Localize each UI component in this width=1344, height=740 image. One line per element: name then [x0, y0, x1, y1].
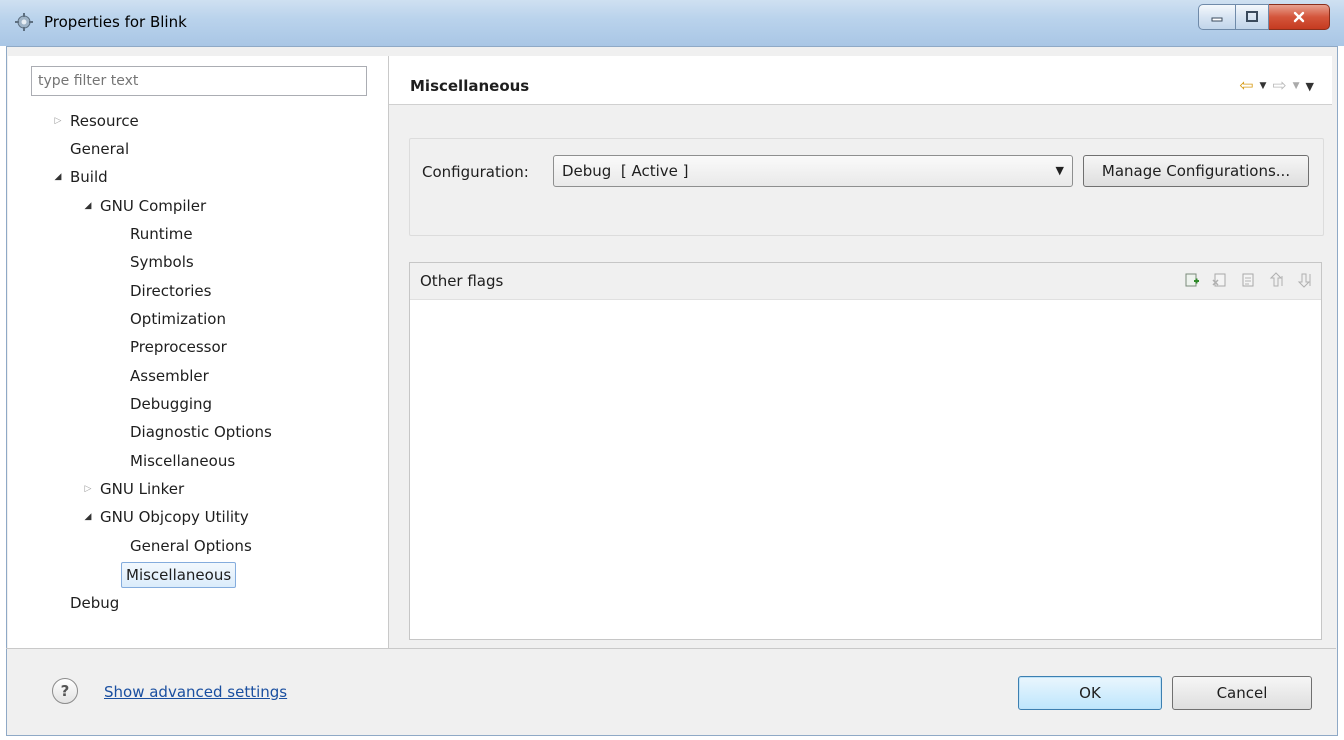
header-divider	[389, 104, 1332, 105]
tree-item-label: Diagnostic Options	[130, 423, 272, 441]
tree-item-preprocessor[interactable]: Preprocessor	[130, 334, 227, 360]
tree-item-general-options[interactable]: General Options	[130, 533, 252, 559]
forward-arrow-icon[interactable]: ⇨	[1272, 76, 1286, 96]
configuration-label: Configuration:	[422, 163, 529, 181]
cancel-button[interactable]: Cancel	[1172, 676, 1312, 710]
window-title: Properties for Blink	[44, 13, 187, 31]
tree-item-label: Directories	[130, 282, 212, 300]
tree-toggle-collapsed-icon[interactable]: ▷	[82, 476, 94, 502]
tree-item-label: GNU Objcopy Utility	[100, 508, 249, 526]
tree-item-label: Runtime	[130, 225, 193, 243]
history-navigation: ⇦ ▼ ⇨ ▼ ▼	[1239, 76, 1314, 96]
tree-item-debugging[interactable]: Debugging	[130, 391, 212, 417]
tree-item-build[interactable]: ◢ Build	[55, 164, 108, 190]
gear-cube-icon	[15, 13, 33, 31]
configuration-group	[409, 138, 1324, 236]
ok-button[interactable]: OK	[1018, 676, 1162, 710]
maximize-button[interactable]	[1236, 4, 1269, 30]
tree-item-label: GNU Linker	[100, 480, 185, 498]
manage-configurations-button[interactable]: Manage Configurations...	[1083, 155, 1309, 187]
tree-item-runtime[interactable]: Runtime	[130, 221, 193, 247]
tree-item-symbols[interactable]: Symbols	[130, 249, 194, 275]
help-icon[interactable]: ?	[52, 678, 78, 704]
other-flags-title: Other flags	[420, 272, 504, 290]
move-up-icon[interactable]	[1267, 271, 1285, 289]
window-controls	[1198, 4, 1330, 30]
close-button[interactable]	[1269, 4, 1330, 30]
tree-item-label: Debug	[70, 594, 120, 612]
tree-item-miscellaneous-selected[interactable]: Miscellaneous	[121, 562, 237, 588]
configuration-value: Debug [ Active ]	[562, 162, 689, 180]
tree-item-assembler[interactable]: Assembler	[130, 363, 209, 389]
tree-item-debug[interactable]: Debug	[70, 590, 119, 616]
minimize-button[interactable]	[1198, 4, 1236, 30]
page-title: Miscellaneous	[410, 77, 530, 95]
other-flags-list[interactable]: Other flags	[409, 262, 1322, 640]
minimize-icon	[1211, 17, 1223, 22]
title-bar[interactable]: Properties for Blink	[0, 0, 1344, 46]
other-flags-header: Other flags	[410, 263, 1321, 300]
close-icon	[1293, 11, 1305, 23]
maximize-icon	[1246, 11, 1258, 22]
back-arrow-icon[interactable]: ⇦	[1239, 76, 1253, 96]
tree-item-diagnostic-options[interactable]: Diagnostic Options	[130, 419, 272, 445]
tree-item-label: Resource	[70, 112, 139, 130]
flags-toolbar	[1183, 271, 1313, 289]
filter-input[interactable]	[31, 66, 367, 96]
tree-toggle-expanded-icon[interactable]: ◢	[52, 164, 64, 190]
configuration-select[interactable]: Debug [ Active ] ▼	[553, 155, 1073, 187]
chevron-down-icon: ▼	[1055, 164, 1064, 177]
edit-icon[interactable]	[1239, 271, 1257, 289]
delete-icon[interactable]	[1211, 271, 1229, 289]
tree-item-gnu-objcopy-utility[interactable]: ◢ GNU Objcopy Utility	[85, 504, 249, 530]
tree-item-miscellaneous-compiler[interactable]: Miscellaneous	[130, 448, 235, 474]
page-header: Miscellaneous ⇦ ▼ ⇨ ▼ ▼	[389, 56, 1332, 104]
tree-item-label: General Options	[130, 537, 252, 555]
tree-toggle-expanded-icon[interactable]: ◢	[82, 504, 94, 530]
tree-item-directories[interactable]: Directories	[130, 278, 211, 304]
tree-toggle-collapsed-icon[interactable]: ▷	[52, 108, 64, 134]
view-menu-icon[interactable]: ▼	[1306, 80, 1314, 93]
show-advanced-settings-link[interactable]: Show advanced settings	[104, 683, 287, 701]
tree-item-label: Miscellaneous	[130, 452, 236, 470]
tree-toggle-expanded-icon[interactable]: ◢	[82, 193, 94, 219]
tree-item-label: Assembler	[130, 367, 209, 385]
tree-item-gnu-compiler[interactable]: ◢ GNU Compiler	[85, 193, 207, 219]
move-down-icon[interactable]	[1295, 271, 1313, 289]
tree-item-gnu-linker[interactable]: ▷ GNU Linker	[85, 476, 185, 502]
tree-item-label: Optimization	[130, 310, 226, 328]
tree-item-label: Symbols	[130, 253, 194, 271]
tree-item-label: Build	[70, 168, 108, 186]
tree-item-label: General	[70, 140, 130, 158]
tree-item-label: Miscellaneous	[126, 566, 232, 584]
tree-item-optimization[interactable]: Optimization	[130, 306, 226, 332]
tree-item-label: Debugging	[130, 395, 213, 413]
tree-item-resource[interactable]: ▷ Resource	[55, 108, 139, 134]
footer-divider	[6, 648, 1336, 649]
tree-item-general[interactable]: General	[70, 136, 129, 162]
tree-item-label: GNU Compiler	[100, 197, 207, 215]
tree-item-label: Preprocessor	[130, 338, 227, 356]
forward-dropdown-icon[interactable]: ▼	[1293, 81, 1300, 91]
add-icon[interactable]	[1183, 271, 1201, 289]
back-dropdown-icon[interactable]: ▼	[1259, 81, 1266, 91]
